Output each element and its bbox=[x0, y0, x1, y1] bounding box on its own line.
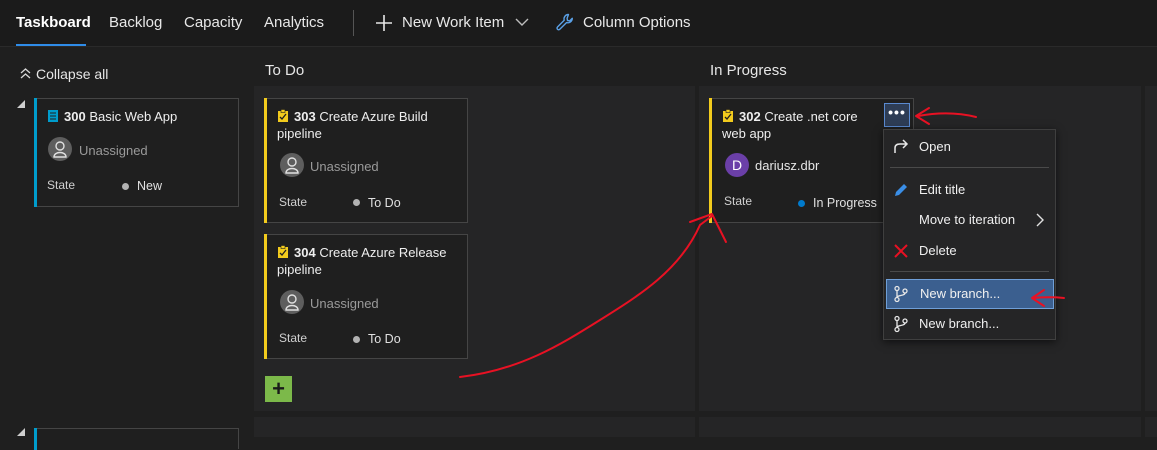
pencil-icon bbox=[895, 184, 907, 196]
tab-capacity[interactable]: Capacity bbox=[184, 14, 242, 31]
lane-todo-next-row bbox=[254, 417, 695, 437]
card-state-value[interactable]: To Do bbox=[368, 332, 401, 346]
card-assignee[interactable]: Unassigned bbox=[79, 143, 148, 158]
card-color-stripe bbox=[264, 234, 267, 359]
chevron-down-icon bbox=[515, 18, 529, 26]
menu-item-label: New branch... bbox=[920, 286, 1001, 301]
card-state-label: State bbox=[724, 194, 753, 208]
card-state-value[interactable]: In Progress bbox=[813, 196, 877, 210]
menu-item-delete[interactable]: Delete bbox=[884, 237, 1055, 265]
card-color-stripe bbox=[34, 428, 37, 450]
card-id: 304 bbox=[294, 245, 316, 260]
card-title[interactable]: 303 Create Azure Build pipeline bbox=[277, 108, 459, 142]
row-expand-triangle-icon[interactable] bbox=[17, 428, 25, 436]
state-dot bbox=[353, 336, 360, 343]
unassigned-avatar-icon[interactable] bbox=[280, 290, 304, 314]
card-title[interactable]: 302 Create .net core web app bbox=[722, 108, 883, 142]
lane-next bbox=[1145, 86, 1157, 411]
menu-item-new-branch-highlighted[interactable]: New branch... bbox=[886, 279, 1054, 309]
card-title-text: Basic Web App bbox=[89, 109, 178, 124]
tab-analytics[interactable]: Analytics bbox=[264, 14, 324, 31]
task-clipboard-icon bbox=[278, 109, 288, 122]
branch-icon bbox=[894, 285, 908, 303]
unassigned-avatar-icon[interactable] bbox=[280, 153, 304, 177]
card-color-stripe bbox=[264, 98, 267, 223]
column-options-label: Column Options bbox=[583, 14, 691, 31]
card-state-label: State bbox=[279, 195, 308, 209]
menu-item-label: Edit title bbox=[919, 182, 966, 197]
card-id: 300 bbox=[64, 109, 86, 124]
header-separator bbox=[0, 46, 1157, 47]
card-assignee[interactable]: Unassigned bbox=[310, 159, 379, 174]
card-context-menu: Open Edit title Move to iteration Delete… bbox=[883, 129, 1056, 340]
menu-item-label: Open bbox=[919, 139, 951, 154]
double-chevron-up-icon bbox=[20, 68, 31, 79]
lane-next-row bbox=[1145, 417, 1157, 437]
card-assignee[interactable]: dariusz.dbr bbox=[755, 158, 819, 173]
card-id: 302 bbox=[739, 109, 761, 124]
menu-item-label: Delete bbox=[919, 243, 957, 258]
column-header-in-progress: In Progress bbox=[710, 62, 787, 79]
task-card[interactable]: 304 Create Azure Release pipeline Unassi… bbox=[264, 234, 468, 359]
lane-in-progress-next-row bbox=[699, 417, 1141, 437]
toolbar-divider bbox=[353, 10, 354, 36]
top-nav-bar: Taskboard Backlog Capacity Analytics New… bbox=[0, 0, 1157, 46]
add-task-button[interactable]: + bbox=[265, 376, 292, 402]
menu-separator bbox=[890, 167, 1049, 168]
tab-taskboard[interactable]: Taskboard bbox=[16, 14, 91, 31]
state-dot bbox=[798, 200, 805, 207]
card-id: 303 bbox=[294, 109, 316, 124]
backlog-item-card-partial[interactable] bbox=[34, 428, 239, 450]
task-clipboard-icon bbox=[278, 245, 288, 258]
task-clipboard-icon bbox=[723, 109, 733, 122]
card-title[interactable]: 304 Create Azure Release pipeline bbox=[277, 244, 459, 278]
menu-item-new-branch[interactable]: New branch... bbox=[884, 310, 1055, 338]
menu-item-label: New branch... bbox=[919, 316, 1000, 331]
chevron-right-icon bbox=[1036, 213, 1044, 227]
card-state-label: State bbox=[279, 331, 308, 345]
backlog-item-icon bbox=[48, 110, 58, 122]
card-color-stripe bbox=[709, 98, 712, 223]
menu-item-edit-title[interactable]: Edit title bbox=[884, 176, 1055, 204]
open-arrow-icon bbox=[894, 139, 909, 153]
unassigned-avatar-icon[interactable] bbox=[48, 137, 72, 161]
menu-item-open[interactable]: Open bbox=[884, 133, 1055, 161]
collapse-all-label: Collapse all bbox=[36, 66, 109, 82]
state-dot bbox=[122, 183, 129, 190]
plus-icon bbox=[376, 15, 392, 31]
state-dot bbox=[353, 199, 360, 206]
card-state-value[interactable]: To Do bbox=[368, 196, 401, 210]
card-more-actions-button[interactable]: ••• bbox=[884, 103, 910, 127]
menu-item-move-to-iteration[interactable]: Move to iteration bbox=[884, 206, 1055, 234]
user-avatar[interactable]: D bbox=[725, 153, 749, 177]
task-card[interactable]: 303 Create Azure Build pipeline Unassign… bbox=[264, 98, 468, 223]
tab-backlog[interactable]: Backlog bbox=[109, 14, 162, 31]
menu-item-label: Move to iteration bbox=[919, 212, 1016, 227]
card-title[interactable]: 300 Basic Web App bbox=[47, 108, 230, 125]
card-state-label: State bbox=[47, 178, 76, 192]
column-header-todo: To Do bbox=[265, 62, 305, 79]
new-work-item-label: New Work Item bbox=[402, 14, 505, 31]
card-color-stripe bbox=[34, 98, 37, 207]
wrench-icon bbox=[556, 13, 573, 31]
card-state-value[interactable]: New bbox=[137, 179, 162, 193]
card-assignee[interactable]: Unassigned bbox=[310, 296, 379, 311]
delete-x-icon bbox=[894, 244, 908, 258]
branch-icon bbox=[894, 315, 908, 333]
row-expand-triangle-icon[interactable] bbox=[17, 100, 25, 108]
menu-separator bbox=[890, 271, 1049, 272]
backlog-item-card[interactable]: 300 Basic Web App Unassigned State New bbox=[34, 98, 239, 207]
